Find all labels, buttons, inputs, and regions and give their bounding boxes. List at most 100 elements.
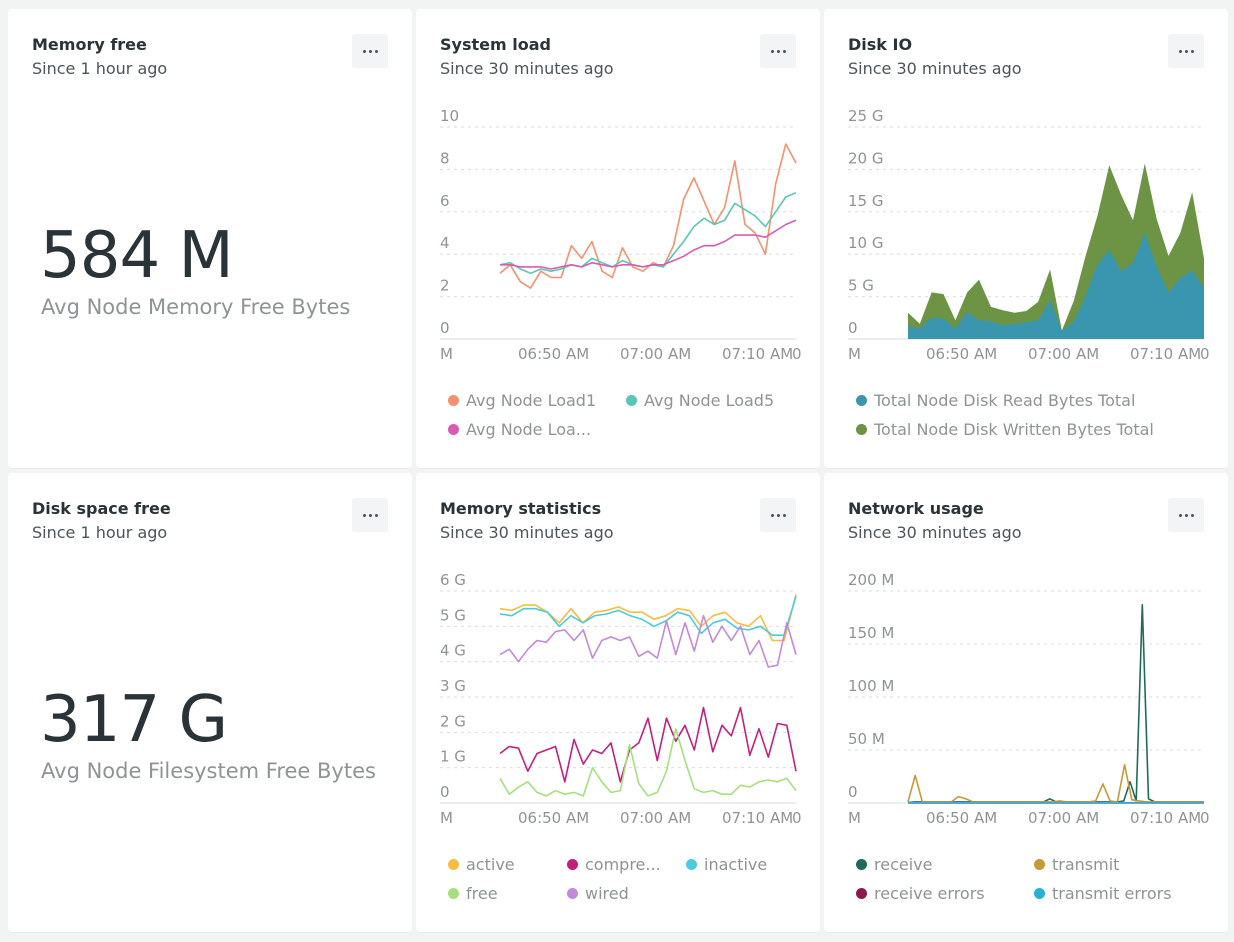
x-tick-label: 0 [792,345,802,363]
line-series[interactable] [500,219,797,270]
legend-item-active[interactable]: active [448,855,515,874]
billboard-label: Avg Node Memory Free Bytes [41,295,351,319]
x-tick-label: 0 [1200,345,1210,363]
y-tick-label: 0 [440,783,450,801]
legend-dot [448,395,459,406]
x-tick-label: 06:50 AM [926,809,997,827]
x-tick-label: 07:00 AM [1028,345,1099,363]
x-tick-label: 0 [1200,809,1210,827]
widget-menu-button[interactable] [352,498,388,532]
legend-label: receive [874,855,933,874]
widget-title: Memory free [32,35,147,54]
x-tick-label: 07:10 AM [1130,345,1201,363]
x-tick-label: 06:50 AM [518,809,589,827]
y-tick-label: 200 M [848,571,894,589]
y-tick-label: 2 [440,277,450,295]
legend-item-compressed[interactable]: compre... [567,855,661,874]
line-series[interactable] [907,604,1204,804]
legend-item-load15[interactable]: Avg Node Loa... [448,420,591,439]
x-tick-label: 06:50 AM [518,345,589,363]
x-tick-label: M [848,345,861,363]
legend-item-wired[interactable]: wired [567,884,629,903]
legend-label: receive errors [874,884,985,903]
x-tick-label: 07:00 AM [1028,809,1099,827]
line-series[interactable] [499,728,797,797]
legend-item-transmit[interactable]: transmit [1034,855,1119,874]
legend-label: Avg Node Load5 [644,391,775,410]
y-tick-label: 8 [440,149,450,167]
x-tick-label: 07:00 AM [620,345,691,363]
widget-memory-statistics: Memory statistics Since 30 minutes ago 6… [416,473,820,932]
legend-label: Avg Node Loa... [466,420,592,439]
legend-label: free [466,884,498,903]
legend-dot [567,888,578,899]
x-tick-label: 07:00 AM [620,809,691,827]
widget-menu-button[interactable] [352,34,388,68]
legend-label: inactive [704,855,768,874]
x-tick-label: 07:10 AM [722,345,793,363]
billboard-value: 317 G [40,683,228,757]
legend-item-transmit-errors[interactable]: transmit errors [1034,884,1172,903]
legend-item-load1[interactable]: Avg Node Load1 [448,391,596,410]
widget-subtitle: Since 1 hour ago [32,523,168,542]
legend-dot [856,888,867,899]
legend-item-disk-written[interactable]: Total Node Disk Written Bytes Total [856,420,1154,439]
legend-item-load5[interactable]: Avg Node Load5 [626,391,774,410]
widget-title: Disk space free [32,499,171,518]
line-series[interactable] [499,191,797,275]
y-tick-label: 10 G [848,234,883,252]
y-tick-label: 1 G [440,748,466,766]
legend-item-receive[interactable]: receive [856,855,932,874]
x-tick-label: 06:50 AM [926,345,997,363]
line-series[interactable] [499,706,797,783]
legend-item-inactive[interactable]: inactive [686,855,767,874]
legend-label: Avg Node Load1 [466,391,597,410]
y-tick-label: 0 [848,783,858,801]
y-tick-label: 0 [848,319,858,337]
legend-label: transmit errors [1052,884,1172,903]
legend-dot [1034,859,1045,870]
widget-network-usage: Network usage Since 30 minutes ago 200 M… [824,473,1228,932]
legend-label: transmit [1052,855,1120,874]
ellipsis-icon [362,49,366,53]
legend-item-receive-errors[interactable]: receive errors [856,884,985,903]
widget-subtitle: Since 1 hour ago [32,59,168,78]
billboard-label: Avg Node Filesystem Free Bytes [41,759,376,783]
x-tick-label: 0 [792,809,802,827]
y-tick-label: 6 G [440,571,466,589]
legend-label: compre... [585,855,661,874]
legend-item-free[interactable]: free [448,884,498,903]
widget-system-load: System load Since 30 minutes ago 10 8 6 4 2 0… [416,9,820,468]
legend-item-disk-read[interactable]: Total Node Disk Read Bytes Total [856,391,1135,410]
y-tick-label: 25 G [848,107,883,125]
y-tick-label: 3 G [440,677,466,695]
y-tick-label: 20 G [848,149,883,167]
legend-dot [448,888,459,899]
x-tick-label: M [440,345,453,363]
legend-dot [448,424,459,435]
legend-dot [686,859,697,870]
line-series[interactable] [499,594,797,642]
widget-memory-free: Memory free Since 1 hour ago 584 M Avg N… [8,9,412,468]
y-tick-label: 4 [440,234,450,252]
x-tick-label: M [440,809,453,827]
y-tick-label: 5 G [440,606,466,624]
x-tick-label: M [848,809,861,827]
legend-dot [1034,888,1045,899]
ellipsis-icon [362,513,366,517]
y-tick-label: 150 M [848,624,894,642]
y-tick-label: 15 G [848,192,883,210]
y-tick-label: 2 G [440,712,466,730]
legend-dot [856,424,867,435]
billboard-value: 584 M [40,219,234,293]
y-tick-label: 6 [440,192,450,210]
y-tick-label: 4 G [440,642,466,660]
x-tick-label: 07:10 AM [1130,809,1201,827]
legend-label: active [466,855,515,874]
y-tick-label: 100 M [848,677,894,695]
line-series[interactable] [907,764,1204,803]
widget-disk-space-free: Disk space free Since 1 hour ago 317 G A… [8,473,412,932]
x-tick-label: 07:10 AM [722,809,793,827]
legend-label: wired [585,884,629,903]
widget-disk-io: Disk IO Since 30 minutes ago 25 G 20 G 15 … [824,9,1228,468]
